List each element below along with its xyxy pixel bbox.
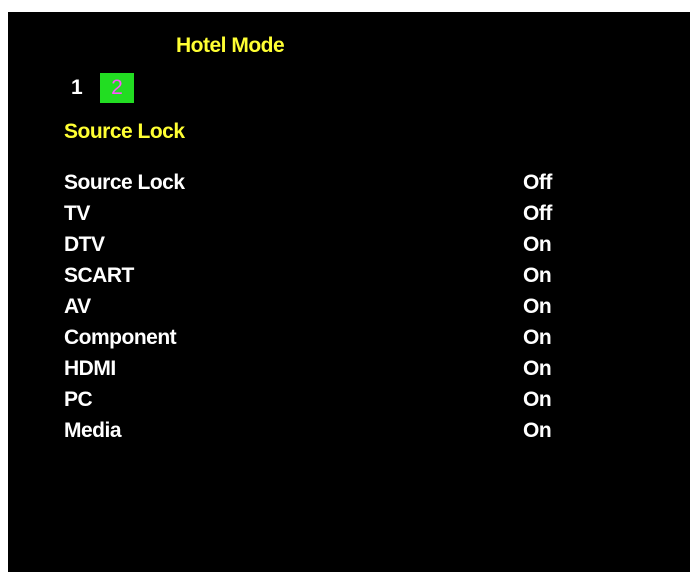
menu-item-dtv[interactable]: DTV On [64, 229, 584, 260]
item-value: On [523, 233, 552, 256]
section-title: Source Lock [64, 120, 185, 143]
menu-title: Hotel Mode [176, 34, 285, 57]
page-tab-2[interactable]: 2 [100, 73, 134, 103]
item-label: Media [64, 419, 122, 442]
menu-item-scart[interactable]: SCART On [64, 260, 584, 291]
menu-item-component[interactable]: Component On [64, 322, 584, 353]
item-value: On [523, 388, 552, 411]
menu-item-tv[interactable]: TV Off [64, 198, 584, 229]
item-value: Off [523, 171, 552, 194]
menu-item-hdmi[interactable]: HDMI On [64, 353, 584, 384]
item-value: On [523, 357, 552, 380]
source-lock-list: Source Lock Off TV Off DTV On SCART On A… [64, 167, 584, 446]
item-value: Off [523, 202, 552, 225]
item-label: DTV [64, 233, 105, 256]
menu-item-av[interactable]: AV On [64, 291, 584, 322]
item-label: HDMI [64, 357, 116, 380]
osd-screen: Hotel Mode 1 2 Source Lock Source Lock O… [8, 12, 690, 572]
item-label: SCART [64, 264, 134, 287]
item-label: TV [64, 202, 90, 225]
menu-item-pc[interactable]: PC On [64, 384, 584, 415]
menu-item-source-lock[interactable]: Source Lock Off [64, 167, 584, 198]
item-value: On [523, 295, 552, 318]
item-label: AV [64, 295, 91, 318]
item-label: PC [64, 388, 93, 411]
item-label: Component [64, 326, 177, 349]
menu-item-media[interactable]: Media On [64, 415, 584, 446]
item-value: On [523, 264, 552, 287]
page-selector: 1 2 [66, 73, 134, 103]
page-tab-1[interactable]: 1 [66, 73, 100, 103]
item-value: On [523, 419, 552, 442]
item-label: Source Lock [64, 171, 185, 194]
item-value: On [523, 326, 552, 349]
